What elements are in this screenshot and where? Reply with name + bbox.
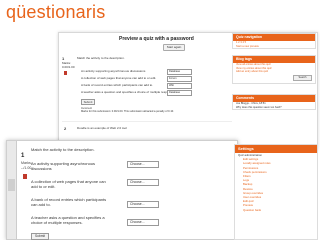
left-ruler bbox=[7, 141, 17, 239]
question-window: 1 Marks: --/1.00 Match the activity to t… bbox=[6, 140, 238, 240]
quiz-navigation-block: Quiz navigation 1 2 3 4 5 Start a new pr… bbox=[232, 33, 316, 49]
blog-tags-block: Blog tags View all entries about this qu… bbox=[232, 55, 316, 84]
comment-text: Why does this question seem too hard? bbox=[236, 105, 282, 109]
match-select[interactable]: Forum bbox=[167, 76, 192, 82]
match-select[interactable]: Wiki bbox=[167, 83, 192, 89]
match-row-text: A collection of web pages that anyone ca… bbox=[81, 76, 157, 80]
blog-link[interactable]: Add an entry about this quiz bbox=[233, 70, 315, 74]
match-select[interactable]: Database bbox=[167, 69, 192, 75]
match-row-text: A teacher asks a question and specifies … bbox=[31, 215, 105, 225]
question-prompt: Match the activity to the description. bbox=[77, 56, 125, 60]
page-title: qüestionaris bbox=[6, 2, 106, 22]
match-row-text: A bank of record entries which participa… bbox=[81, 83, 154, 87]
question-info: 1 Marks: 0.00/1.00 bbox=[62, 57, 75, 70]
quiz-navigation-heading: Quiz navigation bbox=[233, 34, 315, 41]
feedback-text: Marks for this submission: 0.00/1.00. Th… bbox=[81, 110, 174, 113]
match-select[interactable]: Database bbox=[167, 90, 192, 96]
comments-block: Comments Joe Bloggs - 4 Nov, 18:51 Why d… bbox=[232, 94, 316, 110]
match-row-text: An activity supporting asynchronous disc… bbox=[81, 69, 146, 73]
preview-title: Preview a quiz with a password bbox=[119, 36, 194, 42]
match-select[interactable]: Choose... bbox=[127, 179, 159, 186]
question-prompt: Match the activity to the description. bbox=[31, 147, 95, 152]
blog-tags-heading: Blog tags bbox=[233, 56, 315, 63]
settings-item[interactable]: Question bank bbox=[235, 208, 317, 212]
divider bbox=[62, 121, 232, 122]
flag-icon[interactable] bbox=[23, 174, 27, 179]
settings-heading: Settings bbox=[235, 145, 317, 153]
match-row-text: An activity supporting asynchronous disc… bbox=[31, 161, 96, 171]
settings-block: Settings Quiz administration Edit settin… bbox=[234, 144, 318, 240]
question-marks-value: 0.00/1.00 bbox=[62, 65, 75, 69]
ruler-tab bbox=[8, 179, 15, 191]
flag-icon[interactable] bbox=[64, 71, 67, 75]
question2-prompt: Doodle is an example of Web 2.0 tool bbox=[77, 126, 127, 130]
match-row-text: A teacher asks a question and specifies … bbox=[81, 90, 176, 94]
match-select[interactable]: Choose... bbox=[127, 161, 159, 168]
preview-window: Preview a quiz with a password Start aga… bbox=[58, 32, 318, 150]
match-row-text: A bank of record entries which participa… bbox=[31, 197, 107, 207]
question-number: 1 bbox=[21, 153, 25, 159]
start-again-button[interactable]: Start again bbox=[163, 44, 185, 51]
match-select[interactable]: Choose... bbox=[127, 219, 159, 226]
match-select[interactable]: Choose... bbox=[127, 201, 159, 208]
submit-button[interactable]: Submit bbox=[81, 99, 95, 105]
new-preview-link[interactable]: Start a new preview bbox=[233, 45, 315, 49]
comments-heading: Comments bbox=[233, 95, 315, 102]
match-row-text: A collection of web pages that anyone ca… bbox=[31, 179, 106, 189]
search-button[interactable]: Search bbox=[293, 74, 312, 81]
question2-number: 2 bbox=[64, 126, 67, 131]
submit-button[interactable]: Submit bbox=[31, 233, 49, 240]
